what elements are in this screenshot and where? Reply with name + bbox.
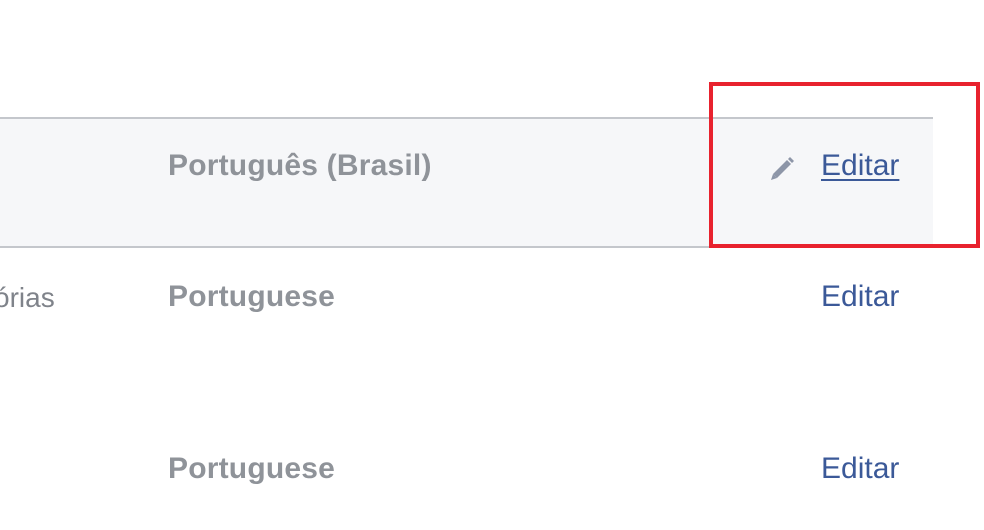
setting-value: Portuguese [168,280,336,313]
setting-value: Portuguese [168,452,336,485]
edit-link[interactable]: Editar [821,280,899,314]
language-settings-page: Português (Brasil) Editar órias Portugue… [0,0,984,530]
edit-link[interactable]: Editar [821,452,899,486]
pencil-icon [767,152,797,182]
setting-label: órias [0,282,55,313]
setting-value: Português (Brasil) [168,149,432,182]
settings-row-translation[interactable]: órias Portuguese Editar [0,248,933,348]
settings-row-secondary-language[interactable]: Portuguese Editar [0,420,933,520]
edit-link[interactable]: Editar [821,149,899,183]
settings-row-language[interactable]: Português (Brasil) Editar [0,117,933,248]
